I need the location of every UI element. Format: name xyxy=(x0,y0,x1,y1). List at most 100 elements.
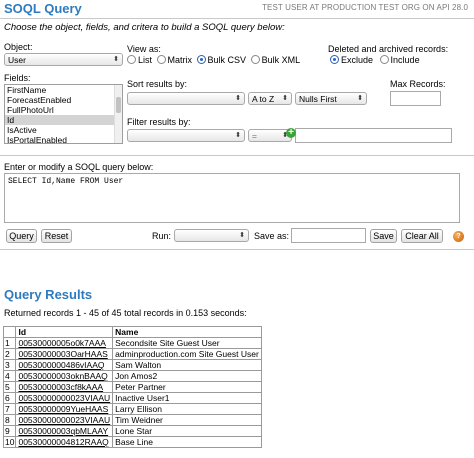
soql-label: Enter or modify a SOQL query below: xyxy=(4,162,154,172)
record-name: Larry Ellison xyxy=(112,403,262,415)
view-as-radio-group: List Matrix Bulk CSV Bulk XML xyxy=(127,55,300,65)
row-number: 2 xyxy=(2,348,17,360)
radio-selected-icon[interactable] xyxy=(330,55,339,64)
select-arrow-icon: ⬍ xyxy=(282,95,288,102)
row-number: 1 xyxy=(2,337,17,349)
add-filter-icon[interactable]: + xyxy=(286,128,296,138)
run-label: Run: xyxy=(152,231,172,241)
view-as-list-label: List xyxy=(138,55,153,65)
object-label: Object: xyxy=(4,42,33,52)
record-name: Inactive User1 xyxy=(112,392,262,404)
view-as-matrix[interactable]: Matrix xyxy=(156,55,193,65)
radio-icon[interactable] xyxy=(156,55,166,64)
select-arrow-icon: ⬍ xyxy=(235,95,241,102)
column-header xyxy=(2,326,17,338)
max-records-label: Max Records: xyxy=(390,79,446,89)
table-row: 1 00530000005o0k7AAA Secondsite Site Guest… xyxy=(2,337,262,349)
select-arrow-icon: ⬍ xyxy=(235,132,241,139)
record-name: Peter Partner xyxy=(112,381,262,393)
page-title: SOQL Query xyxy=(4,1,82,16)
object-select[interactable]: User ⬍ xyxy=(4,53,123,66)
save-button[interactable]: Save xyxy=(370,229,397,243)
row-number: 10 xyxy=(2,436,17,448)
results-title: Query Results xyxy=(4,287,93,302)
record-name: Sam Walton xyxy=(112,359,262,371)
record-id-link[interactable]: 00530000009YueHAAS xyxy=(15,403,114,415)
query-button[interactable]: Query xyxy=(6,229,37,243)
filter-value-input[interactable] xyxy=(295,128,452,143)
view-as-bulk-csv-label: Bulk CSV xyxy=(207,55,247,65)
table-row: 9 00530000003qbMLAAY Lone Star xyxy=(2,425,262,437)
column-header-id: Id xyxy=(15,326,114,338)
record-id-link[interactable]: 00530000003oknBAAQ xyxy=(15,370,114,382)
table-row: 7 00530000009YueHAAS Larry Ellison xyxy=(2,403,262,415)
scrollbar-thumb[interactable] xyxy=(116,97,121,113)
record-name: adminproduction.com Site Guest User xyxy=(112,348,262,360)
sort-label: Sort results by: xyxy=(127,79,188,89)
fields-option-selected[interactable]: Id xyxy=(5,115,122,125)
view-as-bulk-xml[interactable]: Bulk XML xyxy=(250,55,301,65)
sort-direction-select[interactable]: A to Z ⬍ xyxy=(248,92,292,105)
row-number: 6 xyxy=(2,392,17,404)
record-name: Jon Amos2 xyxy=(112,370,262,382)
record-id-link[interactable]: 00530000003cf8kAAA xyxy=(15,381,114,393)
row-number: 5 xyxy=(2,381,17,393)
save-as-input[interactable] xyxy=(291,228,366,243)
column-header-name: Name xyxy=(112,326,262,338)
record-id-link[interactable]: 00530000000023VIAAU xyxy=(15,392,114,404)
view-as-bulk-xml-label: Bulk XML xyxy=(261,55,301,65)
record-id-link[interactable]: 00530000003qbMLAAY xyxy=(15,425,114,437)
row-number: 4 xyxy=(2,370,17,382)
record-name: Base Line xyxy=(112,436,262,448)
run-select[interactable]: ⬍ xyxy=(174,229,249,242)
fields-option[interactable]: FirstName xyxy=(5,85,122,95)
results-summary: Returned records 1 - 45 of 45 total reco… xyxy=(4,308,247,318)
section-divider xyxy=(0,155,474,156)
sort-field-select[interactable]: ⬍ xyxy=(127,92,245,105)
record-id-link[interactable]: 00530000000023VIAAU xyxy=(15,414,114,426)
deleted-exclude[interactable]: Exclude xyxy=(330,55,373,65)
deleted-radio-group: Exclude Include xyxy=(330,55,420,65)
soql-textarea[interactable]: SELECT Id,Name FROM User xyxy=(4,173,460,223)
row-number: 8 xyxy=(2,414,17,426)
radio-icon[interactable] xyxy=(127,55,136,64)
record-name: Lone Star xyxy=(112,425,262,437)
help-icon[interactable]: ? xyxy=(453,231,464,242)
row-number: 7 xyxy=(2,403,17,415)
save-as-label: Save as: xyxy=(254,231,290,241)
fields-scrollbar[interactable] xyxy=(114,85,122,143)
fields-label: Fields: xyxy=(4,73,31,83)
table-row: 6 00530000000023VIAAU Inactive User1 xyxy=(2,392,262,404)
max-records-input[interactable] xyxy=(390,91,441,106)
clear-all-button[interactable]: Clear All xyxy=(401,229,443,243)
fields-option[interactable]: IsPortalEnabled xyxy=(5,135,122,143)
view-as-matrix-label: Matrix xyxy=(167,55,193,65)
deleted-include[interactable]: Include xyxy=(379,55,420,65)
fields-listbox[interactable]: FirstName ForecastEnabled FullPhotoUrl I… xyxy=(4,84,123,144)
record-name: Secondsite Site Guest User xyxy=(112,337,262,349)
record-id-link[interactable]: 00530000003OarHAAS xyxy=(15,348,114,360)
filter-field-select[interactable]: ⬍ xyxy=(127,129,245,142)
deleted-label: Deleted and archived records: xyxy=(328,44,449,54)
table-row: 3 0053000000486vIAAQ Sam Walton xyxy=(2,359,262,371)
table-header-row: Id Name xyxy=(2,326,262,338)
radio-selected-icon[interactable] xyxy=(196,55,206,64)
fields-option[interactable]: IsActive xyxy=(5,125,122,135)
select-arrow-icon: ⬍ xyxy=(357,95,363,102)
section-divider xyxy=(0,249,474,250)
fields-option[interactable]: ForecastEnabled xyxy=(5,95,122,105)
view-as-list[interactable]: List xyxy=(127,55,152,65)
view-as-bulk-csv[interactable]: Bulk CSV xyxy=(196,55,247,65)
fields-option[interactable]: FullPhotoUrl xyxy=(5,105,122,115)
radio-icon[interactable] xyxy=(379,55,389,64)
record-id-link[interactable]: 0053000000486vIAAQ xyxy=(15,359,114,371)
record-id-link[interactable]: 00530000005o0k7AAA xyxy=(15,337,114,349)
record-id-link[interactable]: 00530000004812RAAQ xyxy=(15,436,114,448)
object-select-value: User xyxy=(8,55,26,65)
sort-nulls-select[interactable]: Nulls First ⬍ xyxy=(295,92,367,105)
radio-icon[interactable] xyxy=(250,55,260,64)
table-row: 10 00530000004812RAAQ Base Line xyxy=(2,436,262,448)
view-as-label: View as: xyxy=(127,44,161,54)
reset-button[interactable]: Reset xyxy=(41,229,72,243)
record-name: Tim Weidner xyxy=(112,414,262,426)
